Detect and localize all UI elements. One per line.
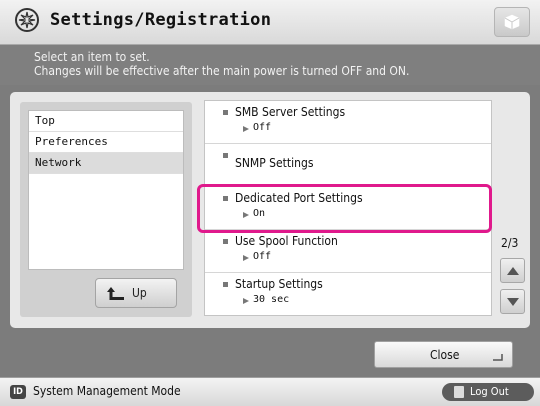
list-item-value: Off [253,251,272,262]
page-up-button[interactable] [500,258,525,283]
list-item-snmp-settings[interactable]: SNMP Settings [205,144,491,187]
nav-item-network[interactable]: Network [29,153,183,174]
nav-item-top[interactable]: Top [29,111,183,132]
triangle-down-icon [507,298,519,306]
message-line-2: Changes will be effective after the main… [34,64,410,78]
settings-screen: Settings/Registration Select an item to … [0,0,540,406]
list-item-name: SMB Server Settings [235,105,346,119]
door-icon [454,386,464,398]
bullet-icon [223,239,228,244]
value-arrow-icon [243,212,249,218]
list-item-dedicated-port-settings[interactable]: Dedicated Port Settings On [205,187,491,230]
close-button[interactable]: Close [374,341,513,368]
value-arrow-icon [243,298,249,304]
settings-list: SMB Server Settings Off SNMP Settings De… [204,100,492,316]
value-arrow-icon [243,255,249,261]
close-button-label: Close [430,348,460,362]
settings-gear-icon [15,8,39,32]
bullet-icon [223,282,228,287]
main-panel: Top Preferences Network Up SMB Server Se… [10,92,530,328]
page-down-button[interactable] [500,289,525,314]
bullet-icon [223,153,228,158]
list-item-value: Off [253,122,272,133]
list-item-name: Dedicated Port Settings [235,191,363,205]
nav-item-preferences[interactable]: Preferences [29,132,183,153]
mode-label: System Management Mode [33,384,181,398]
value-arrow-icon [243,126,249,132]
list-item-value: On [253,208,266,219]
page-title: Settings/Registration [50,10,272,30]
list-item-name: SNMP Settings [235,156,314,170]
logout-button[interactable]: Log Out [442,383,534,401]
corner-arrow-icon [493,354,503,361]
nav-list: Top Preferences Network [28,110,184,270]
bullet-icon [223,196,228,201]
list-item-value: 30 sec [253,294,290,305]
triangle-up-icon [507,267,519,275]
nav-panel: Top Preferences Network Up [20,102,192,317]
up-button[interactable]: Up [95,278,177,308]
id-badge-icon: ID [10,385,26,399]
top-right-button[interactable] [494,7,530,37]
bullet-icon [223,110,228,115]
list-item-use-spool-function[interactable]: Use Spool Function Off [205,230,491,273]
message-line-1: Select an item to set. [34,50,150,64]
message-area: Select an item to set. Changes will be e… [0,45,540,85]
page-counter: 2/3 [501,236,519,250]
list-item-name: Use Spool Function [235,234,338,248]
status-bar: ID System Management Mode Log Out [0,377,540,406]
list-item-smb-server-settings[interactable]: SMB Server Settings Off [205,101,491,144]
logout-label: Log Out [470,385,509,398]
list-item-startup-settings[interactable]: Startup Settings 30 sec [205,273,491,315]
title-bar: Settings/Registration [0,0,540,45]
list-item-name: Startup Settings [235,277,323,291]
up-arrow-icon [107,287,124,300]
cube-icon [504,14,520,30]
up-button-label: Up [132,286,147,300]
